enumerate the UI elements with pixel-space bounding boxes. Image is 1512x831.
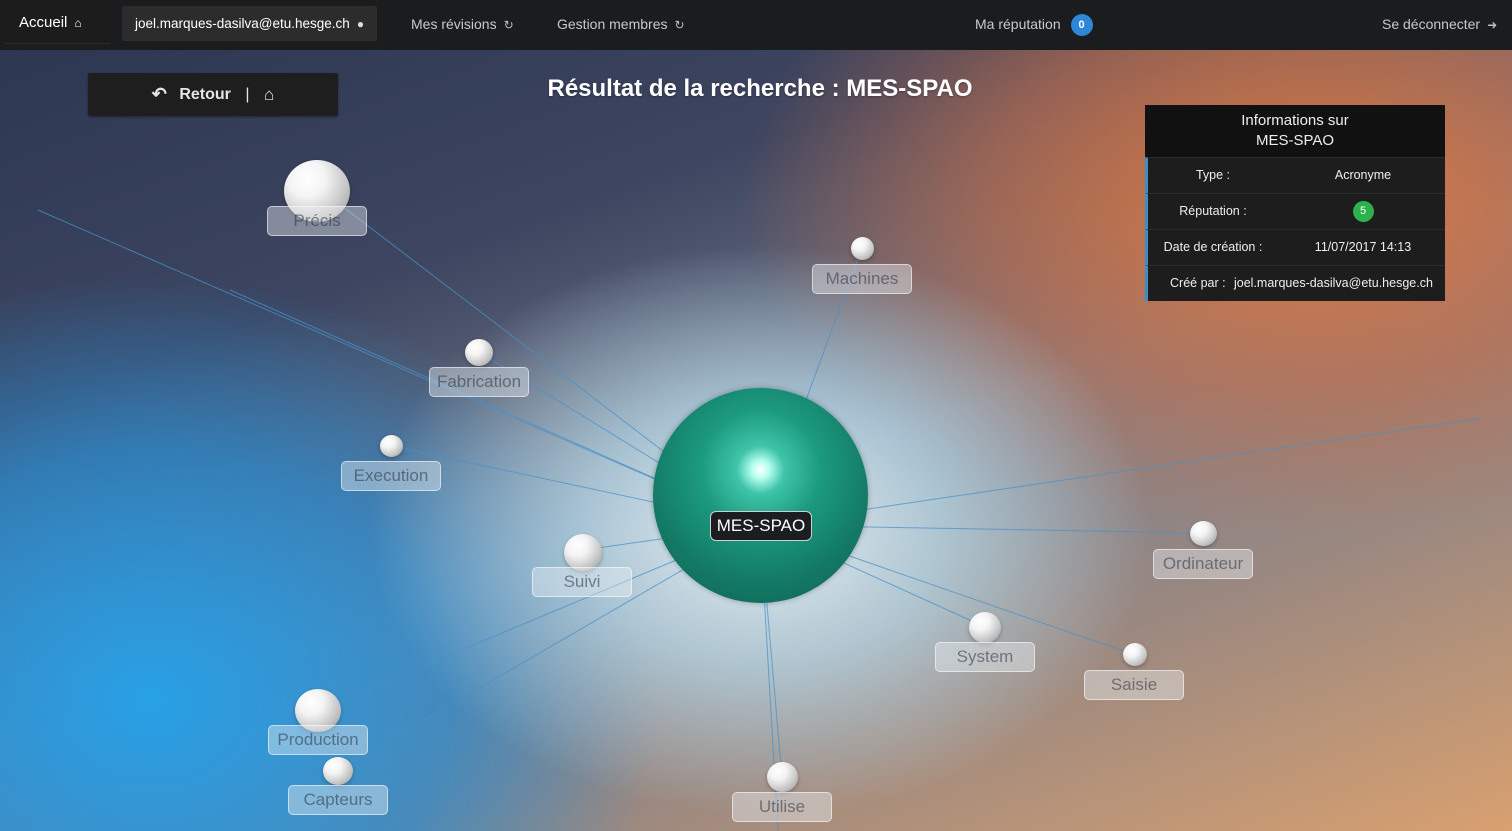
node-sphere-suivi[interactable] — [564, 534, 602, 571]
info-title-line2: MES-SPAO — [1255, 132, 1335, 149]
nav-user-email: joel.marques-dasilva@etu.hesge.ch — [135, 16, 350, 31]
nav-members-link[interactable]: Gestion membres ↻ — [557, 0, 685, 48]
node-label-fabrication[interactable]: Fabrication — [429, 367, 529, 397]
nav-logout-label: Se déconnecter — [1382, 16, 1481, 32]
node-sphere-capteurs[interactable] — [323, 757, 353, 785]
info-date-key: Date de création : — [1163, 240, 1263, 254]
nav-logout-link[interactable]: Se déconnecter ➜ — [1382, 0, 1497, 48]
info-reputation-value-wrap: 5 — [1278, 194, 1448, 229]
node-sphere-system[interactable] — [969, 612, 1001, 643]
nav-reputation-link[interactable]: Ma réputation 0 — [975, 0, 1093, 48]
info-reputation-key: Réputation : — [1179, 204, 1247, 218]
reputation-badge: 0 — [1070, 14, 1093, 37]
node-sphere-ordinateur[interactable] — [1190, 521, 1217, 546]
node-sphere-execution[interactable] — [380, 435, 403, 457]
info-reputation-badge: 5 — [1352, 201, 1374, 223]
nav-home-label: Accueil — [19, 14, 68, 31]
node-sphere-saisie[interactable] — [1123, 643, 1147, 666]
center-node-label[interactable]: MES-SPAO — [710, 511, 812, 541]
user-icon: ● — [356, 17, 365, 31]
nav-reputation-label: Ma réputation — [975, 16, 1061, 32]
node-sphere-fabrication[interactable] — [465, 339, 493, 366]
history-icon: ↻ — [503, 18, 514, 32]
node-label-capteurs[interactable]: Capteurs — [288, 785, 388, 815]
info-panel: Informations sur MES-SPAO Type : Acronym… — [1145, 105, 1445, 301]
node-sphere-machines[interactable] — [851, 237, 874, 260]
node-label-utilise[interactable]: Utilise — [732, 792, 832, 822]
node-label-machines[interactable]: Machines — [812, 264, 912, 294]
top-navbar: Accueil ⌂ joel.marques-dasilva@etu.hesge.… — [0, 0, 1512, 50]
node-label-suivi[interactable]: Suivi — [532, 567, 632, 597]
node-label-execution[interactable]: Execution — [341, 461, 441, 491]
nav-revisions-link[interactable]: Mes révisions ↻ — [411, 0, 514, 48]
info-type-value: Acronyme — [1334, 168, 1392, 182]
info-row-reputation: Réputation : 5 — [1145, 193, 1445, 229]
node-label-precis[interactable]: Précis — [267, 206, 367, 236]
history-icon: ↻ — [674, 18, 685, 32]
center-node-sphere[interactable] — [653, 388, 868, 603]
nav-user-link[interactable]: joel.marques-dasilva@etu.hesge.ch ● — [122, 6, 378, 41]
nav-members-label: Gestion membres — [557, 16, 668, 32]
info-row-creator: Créé par : joel.marques-dasilva@etu.hesg… — [1145, 265, 1445, 301]
info-row-date: Date de création : 11/07/2017 14:13 — [1145, 229, 1445, 265]
node-sphere-utilise[interactable] — [767, 762, 798, 792]
link-line — [759, 417, 1484, 526]
nav-revisions-label: Mes révisions — [411, 16, 497, 32]
info-row-type: Type : Acronyme — [1145, 157, 1445, 193]
page-title: Résultat de la recherche : MES-SPAO — [547, 75, 973, 102]
home-icon: ⌂ — [74, 16, 82, 30]
nav-home-link[interactable]: Accueil ⌂ — [4, 1, 110, 44]
node-label-ordinateur[interactable]: Ordinateur — [1153, 549, 1253, 579]
node-label-system[interactable]: System — [935, 642, 1035, 672]
info-creator-key: Créé par : — [1170, 276, 1226, 290]
info-type-key: Type : — [1195, 168, 1231, 182]
info-date-value: 11/07/2017 14:13 — [1314, 240, 1412, 254]
info-title-line1: Informations sur — [1241, 112, 1349, 129]
info-panel-header: Informations sur MES-SPAO — [1145, 105, 1445, 157]
node-label-production[interactable]: Production — [268, 725, 368, 755]
info-creator-value: joel.marques-dasilva@etu.hesge.ch — [1234, 276, 1433, 290]
sign-out-icon: ➜ — [1487, 18, 1498, 32]
node-label-saisie[interactable]: Saisie — [1084, 670, 1184, 700]
